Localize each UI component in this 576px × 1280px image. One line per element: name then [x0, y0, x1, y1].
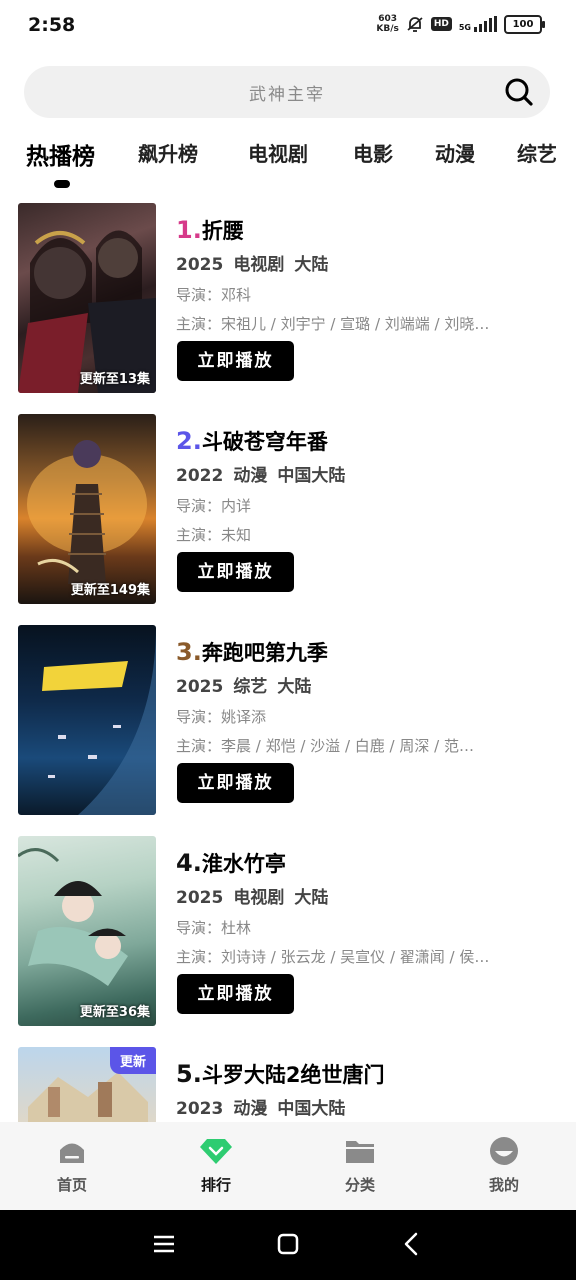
poster-image[interactable] — [18, 625, 156, 815]
search-placeholder: 武神主宰 — [249, 85, 325, 105]
status-time: 2:58 — [28, 14, 76, 36]
bottom-nav: 首页 排行 分类 我的 — [0, 1122, 576, 1210]
play-now-button[interactable]: 立即播放 — [177, 763, 294, 803]
poster-art — [18, 848, 128, 986]
item-director: 导演：姚译添 — [176, 708, 267, 726]
list-item[interactable]: 更新至149集 2.斗破苍穹年番 2022 动漫 中国大陆 导演：内详 主演：未知 … — [0, 411, 576, 607]
item-title[interactable]: 2.斗破苍穹年番 — [176, 426, 328, 456]
nav-mine[interactable]: 我的 — [464, 1136, 544, 1195]
item-director: 导演：内详 — [176, 497, 252, 515]
status-icons: 603 KB/s HD 5G 100 — [376, 14, 545, 34]
list-item[interactable]: 更新至13集 1.折腰 2025 电视剧 大陆 导演：邓科 主演：宋祖儿 / 刘宇宁… — [0, 200, 576, 396]
hd-badge: HD — [430, 17, 452, 31]
home-icon — [60, 1143, 84, 1163]
item-title[interactable]: 3.奔跑吧第九季 — [176, 637, 328, 667]
search-bar[interactable]: 武神主宰 — [24, 66, 550, 118]
rank-number: 3. — [176, 638, 202, 666]
item-director: 导演：邓科 — [176, 286, 252, 304]
status-bar: 2:58 603 KB/s HD 5G 100 — [0, 0, 576, 56]
item-title[interactable]: 5.斗罗大陆2绝世唐门 — [176, 1059, 384, 1089]
tab-movies[interactable]: 电影 — [353, 138, 393, 167]
menu-icon[interactable] — [152, 1232, 176, 1256]
item-meta: 2025 电视剧 大陆 — [176, 255, 329, 275]
poster-update-label: 更新至13集 — [79, 372, 150, 387]
active-tab-indicator — [54, 180, 70, 188]
net-speed: 603 KB/s — [376, 14, 399, 34]
item-meta: 2023 动漫 中国大陆 — [176, 1099, 346, 1119]
item-cast: 主演：未知 — [176, 526, 252, 544]
poster-art — [42, 625, 156, 815]
diamond-icon — [200, 1139, 232, 1164]
play-now-button[interactable]: 立即播放 — [177, 552, 294, 592]
nav-category[interactable]: 分类 — [320, 1136, 400, 1195]
play-now-button[interactable]: 立即播放 — [177, 341, 294, 381]
search-icon[interactable] — [504, 77, 534, 107]
back-icon[interactable] — [400, 1232, 424, 1256]
rank-number: 4. — [176, 849, 202, 877]
item-meta: 2025 电视剧 大陆 — [176, 888, 329, 908]
poster-image[interactable]: 更新至36集 — [18, 836, 156, 1026]
item-meta: 2022 动漫 中国大陆 — [176, 466, 346, 486]
poster-image[interactable]: 更新至149集 — [18, 414, 156, 604]
item-title[interactable]: 4.淮水竹亭 — [176, 848, 286, 878]
poster-image[interactable]: 更新 — [18, 1047, 156, 1124]
home-button-icon[interactable] — [276, 1232, 300, 1256]
rank-number: 5. — [176, 1060, 202, 1088]
poster-update-label: 更新至149集 — [70, 583, 150, 598]
list-item[interactable]: 更新至36集 4.淮水竹亭 2025 电视剧 大陆 导演：杜林 主演：刘诗诗 / 张… — [0, 833, 576, 1029]
nav-ranking[interactable]: 排行 — [176, 1136, 256, 1195]
signal-icon: 5G — [459, 16, 497, 32]
item-director: 导演：杜林 — [176, 919, 252, 937]
poster-art — [18, 230, 156, 393]
item-meta: 2025 综艺 大陆 — [176, 677, 312, 697]
poster-new-badge: 更新 — [109, 1047, 156, 1074]
item-cast: 主演：李晨 / 郑恺 / 沙溢 / 白鹿 / 周深 / 范… — [176, 737, 474, 755]
mute-bell-icon — [407, 17, 423, 32]
list-item[interactable]: 3.奔跑吧第九季 2025 综艺 大陆 导演：姚译添 主演：李晨 / 郑恺 / 沙溢… — [0, 622, 576, 818]
rank-number: 2. — [176, 427, 202, 455]
nav-home[interactable]: 首页 — [32, 1136, 112, 1195]
tab-rising[interactable]: 飙升榜 — [138, 138, 198, 167]
folder-icon — [346, 1141, 374, 1163]
tab-tv-series[interactable]: 电视剧 — [248, 138, 308, 167]
tab-variety[interactable]: 综艺 — [517, 138, 557, 167]
item-title[interactable]: 1.折腰 — [176, 215, 244, 245]
item-cast: 主演：刘诗诗 / 张云龙 / 吴宣仪 / 翟潇闻 / 侯… — [176, 948, 490, 966]
category-tabs: 热播榜 飙升榜 电视剧 电影 动漫 综艺 — [0, 138, 576, 194]
tab-hot[interactable]: 热播榜 — [26, 137, 95, 171]
battery-icon: 100 — [504, 14, 545, 34]
system-nav-bar — [0, 1210, 576, 1280]
poster-art — [27, 440, 147, 584]
poster-update-label: 更新至36集 — [79, 1005, 150, 1020]
list-item[interactable]: 更新 5.斗罗大陆2绝世唐门 2023 动漫 中国大陆 — [0, 1044, 576, 1124]
tab-anime[interactable]: 动漫 — [435, 138, 475, 167]
item-cast: 主演：宋祖儿 / 刘宇宁 / 宣璐 / 刘端端 / 刘晓… — [176, 315, 490, 333]
rank-number: 1. — [176, 216, 202, 244]
poster-image[interactable]: 更新至13集 — [18, 203, 156, 393]
play-now-button[interactable]: 立即播放 — [177, 974, 294, 1014]
profile-icon — [490, 1137, 518, 1165]
